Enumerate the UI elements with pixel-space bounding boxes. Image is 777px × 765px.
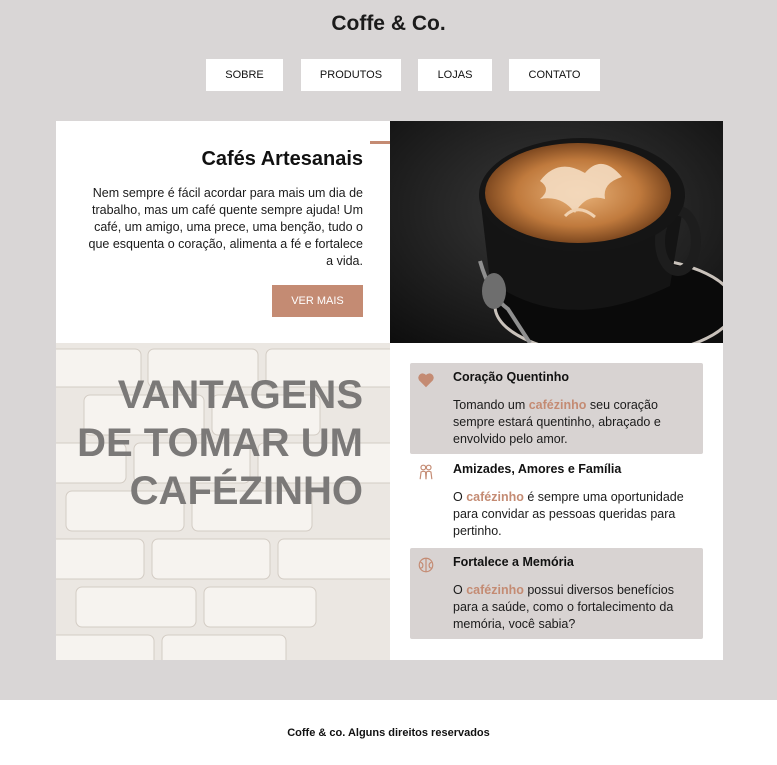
benefit-title: Coração Quentinho bbox=[453, 370, 569, 384]
benefit-highlight: cafézinho bbox=[466, 490, 524, 504]
content-card: Cafés Artesanais Nem sempre é fácil acor… bbox=[56, 121, 723, 660]
heart-icon bbox=[418, 373, 434, 388]
intro-text: Nem sempre é fácil acordar para mais um … bbox=[88, 186, 364, 268]
benefit-text: O cafézinho é sempre uma oportunidade pa… bbox=[453, 490, 684, 538]
benefit-text: O cafézinho possui diversos benefícios p… bbox=[453, 583, 674, 631]
site-title: Coffe & Co. bbox=[331, 12, 446, 35]
benefit-title: Fortalece a Memória bbox=[453, 555, 574, 569]
nav-sobre[interactable]: SOBRE bbox=[206, 59, 283, 91]
footer: Coffe & co. Alguns direitos reservados bbox=[0, 700, 777, 765]
benefit-item: Fortalece a Memória O cafézinho possui d… bbox=[410, 548, 703, 639]
ver-mais-button[interactable]: VER MAIS bbox=[272, 285, 363, 317]
benefit-highlight: cafézinho bbox=[528, 398, 587, 412]
brain-icon bbox=[418, 557, 434, 573]
benefit-text: Tomando um cafézinho seu coração sempre … bbox=[453, 398, 661, 446]
coffee-cup-image bbox=[390, 121, 723, 343]
benefit-item: Amizades, Amores e Família O cafézinho é… bbox=[410, 455, 703, 546]
nav-contato[interactable]: CONTATO bbox=[509, 59, 600, 91]
intro-section: Cafés Artesanais Nem sempre é fácil acor… bbox=[56, 121, 410, 343]
footer-text: Coffe & co. Alguns direitos reservados bbox=[287, 726, 490, 739]
benefit-title: Amizades, Amores e Família bbox=[453, 462, 622, 476]
main-nav: SOBRE PRODUTOS LOJAS CONTATO bbox=[0, 59, 777, 91]
advantages-title: VANTAGENS DE TOMAR UM CAFÉZINHO bbox=[77, 373, 363, 513]
benefits-list: Coração Quentinho Tomando um cafézinho s… bbox=[390, 343, 723, 660]
intro-title: Cafés Artesanais bbox=[201, 148, 363, 170]
people-icon bbox=[419, 464, 433, 480]
benefit-item: Coração Quentinho Tomando um cafézinho s… bbox=[410, 363, 703, 454]
advantages-hero: VANTAGENS DE TOMAR UM CAFÉZINHO bbox=[56, 343, 390, 660]
nav-produtos[interactable]: PRODUTOS bbox=[301, 59, 401, 91]
nav-lojas[interactable]: LOJAS bbox=[418, 59, 492, 91]
benefit-highlight: cafézinho bbox=[466, 583, 524, 597]
